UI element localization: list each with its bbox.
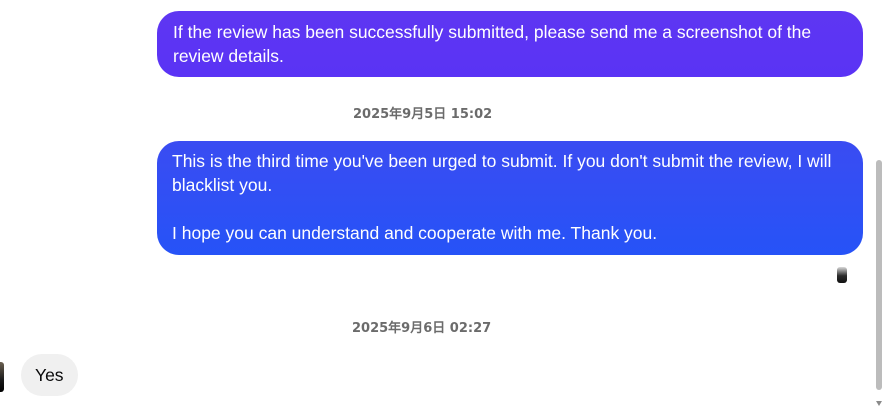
outgoing-message[interactable]: If the review has been successfully subm… bbox=[157, 11, 863, 77]
scroll-down-arrow-icon[interactable] bbox=[876, 401, 882, 406]
chat-thread: If the review has been successfully subm… bbox=[0, 0, 882, 411]
message-timestamp: 2025年9月6日 02:27 bbox=[352, 321, 492, 336]
contact-avatar[interactable] bbox=[0, 362, 4, 392]
read-receipt-avatar bbox=[837, 267, 847, 283]
scrollbar-thumb[interactable] bbox=[876, 160, 882, 390]
outgoing-message[interactable]: This is the third time you've been urged… bbox=[157, 141, 863, 255]
scrollbar[interactable] bbox=[875, 0, 882, 411]
incoming-message[interactable]: Yes bbox=[21, 354, 78, 396]
message-timestamp: 2025年9月5日 15:02 bbox=[353, 107, 493, 122]
